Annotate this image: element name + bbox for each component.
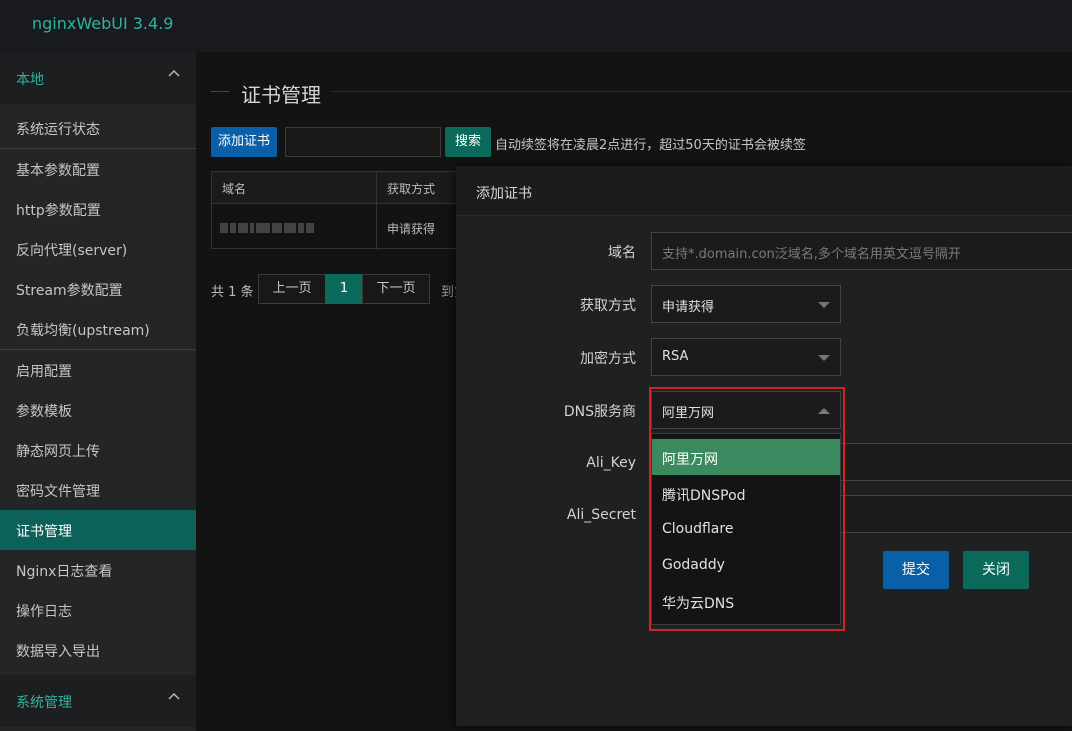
sidebar-item-static-upload[interactable]: 静态网页上传 [0,430,196,470]
sidebar-item-upstream[interactable]: 负载均衡(upstream) [0,309,196,349]
encrypt-label: 加密方式 [580,351,636,367]
sidebar-item-label: http参数配置 [16,203,101,219]
cert-table: 域名 获取方式 申请获得 [211,171,462,250]
highlight-box [649,387,845,631]
sidebar-item-enable-config[interactable]: 启用配置 [0,350,196,390]
sidebar-item-label: 证书管理 [16,524,72,540]
domain-placeholder: 支持*.domain.con泛域名,多个域名用英文逗号隔开 [662,247,961,262]
sidebar-item-nginx-logs[interactable]: Nginx日志查看 [0,550,196,590]
chevron-up-icon [168,70,180,77]
sidebar-item-system-status[interactable]: 系统运行状态 [0,108,196,148]
sidebar-item-label: 操作日志 [16,604,72,620]
sidebar-item-label: 密码文件管理 [16,484,100,500]
prev-page-button[interactable]: 上一页 [258,274,326,304]
search-button[interactable]: 搜索 [445,127,491,157]
sidebar-item-label: Nginx日志查看 [16,564,113,580]
table-cell: 申请获得 [377,204,462,250]
sidebar-group-label: 系统管理 [16,695,72,711]
sidebar-group-local[interactable]: 本地 [0,52,196,104]
sidebar-item-label: 启用配置 [16,364,72,380]
next-page-button[interactable]: 下一页 [362,274,430,304]
pager-total: 共 1 条 [211,285,254,300]
sidebar-item-http-config[interactable]: http参数配置 [0,189,196,229]
sidebar-item-label: Stream参数配置 [16,283,123,299]
column-header-domain: 域名 [222,182,247,196]
divider [331,91,1072,92]
chevron-up-icon [168,693,180,700]
sidebar-item-label: 静态网页上传 [16,444,100,460]
encrypt-select[interactable]: RSA [651,338,841,376]
page-title: 证书管理 [241,83,321,107]
domain-input[interactable]: 支持*.domain.con泛域名,多个域名用英文逗号隔开 [651,232,1072,270]
sidebar-item-label: 反向代理(server) [16,243,128,259]
redacted-domain [220,220,320,234]
caret-down-icon [818,302,830,308]
dialog-title: 添加证书 [476,186,532,202]
sidebar-item-label: 基本参数配置 [16,163,100,179]
sidebar-item-label: 负载均衡(upstream) [16,323,150,339]
method-label: 获取方式 [580,298,636,314]
sidebar-group-system[interactable]: 系统管理 [0,675,196,727]
sidebar-group-label: 本地 [16,72,44,88]
auto-renew-hint: 自动续签将在凌晨2点进行，超过50天的证书会被续签 [495,138,806,153]
table-header-cell: 域名 [212,172,376,204]
sidebar-item-label: 系统运行状态 [16,122,100,138]
table-header-cell: 获取方式 [377,172,462,204]
sidebar-item-label: 数据导入导出 [16,644,100,660]
sidebar-item-password-files[interactable]: 密码文件管理 [0,470,196,510]
encrypt-select-value: RSA [662,349,689,364]
search-input[interactable] [285,127,441,157]
caret-down-icon [818,355,830,361]
dns-label: DNS服务商 [563,404,636,420]
domain-label: 域名 [608,245,636,261]
top-bar: nginxWebUI 3.4.9 [0,0,1072,52]
divider [211,91,229,92]
submit-button[interactable]: 提交 [883,551,949,589]
column-header-method: 获取方式 [387,182,436,196]
page-number-current[interactable]: 1 [325,274,363,304]
close-button[interactable]: 关闭 [963,551,1029,589]
sidebar: 本地 系统运行状态 基本参数配置 http参数配置 反向代理(server) S… [0,52,196,731]
ali-key-label: Ali_Key [586,455,636,471]
sidebar-item-param-template[interactable]: 参数模板 [0,390,196,430]
dialog-header: 添加证书 [456,166,1072,216]
sidebar-item-data-import-export[interactable]: 数据导入导出 [0,630,196,670]
method-select-value: 申请获得 [662,300,715,315]
table-row [212,204,376,250]
sidebar-item-basic-config[interactable]: 基本参数配置 [0,149,196,189]
ali-secret-label: Ali_Secret [566,507,636,523]
method-select[interactable]: 申请获得 [651,285,841,323]
cell-method: 申请获得 [387,222,436,236]
sidebar-item-cert-management[interactable]: 证书管理 [0,510,196,550]
sidebar-item-stream-config[interactable]: Stream参数配置 [0,269,196,309]
sidebar-item-operation-logs[interactable]: 操作日志 [0,590,196,630]
sidebar-item-reverse-proxy[interactable]: 反向代理(server) [0,229,196,269]
sidebar-item-label: 参数模板 [16,404,72,420]
add-cert-button[interactable]: 添加证书 [211,127,277,157]
app-title: nginxWebUI 3.4.9 [32,14,174,33]
